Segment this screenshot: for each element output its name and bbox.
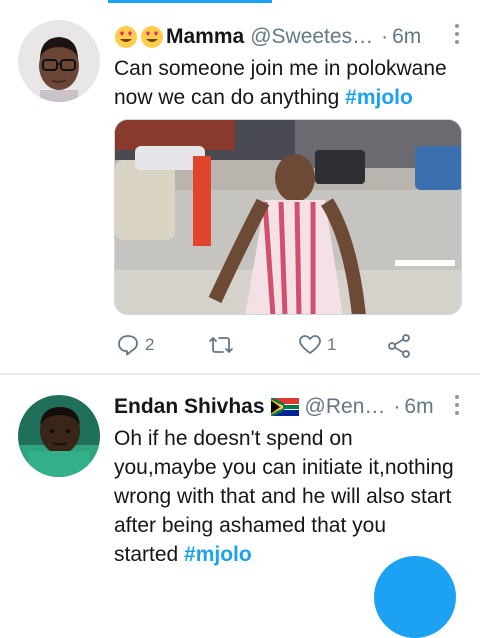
display-name[interactable]: Mamma xyxy=(166,25,244,49)
tweet-header: Mamma @Sweetes… · 6m xyxy=(114,22,466,52)
reply-icon xyxy=(118,335,138,356)
timestamp: 6m xyxy=(404,395,434,418)
like-count: 1 xyxy=(327,335,337,354)
more-options-icon[interactable] xyxy=(454,24,460,46)
smiling-face-with-heart-eyes-icon xyxy=(140,25,164,49)
like-button[interactable]: 1 xyxy=(298,333,336,357)
separator: · xyxy=(381,25,389,48)
tweet[interactable]: Mamma @Sweetes… · 6m Can someone join me… xyxy=(0,0,480,374)
tweet-text: Oh if he doesn't spend on you,maybe you … xyxy=(114,424,454,569)
avatar[interactable] xyxy=(18,20,100,102)
tweet-actions: 2 1 xyxy=(114,333,444,359)
timestamp: 6m xyxy=(392,25,422,48)
retweet-button[interactable] xyxy=(208,333,239,357)
user-handle[interactable]: @Sweetes… xyxy=(250,25,373,49)
tweet[interactable]: Endan Shivhas @Ren… · 6m Oh if he doesn'… xyxy=(0,375,480,581)
separator: · xyxy=(393,395,401,418)
reply-count: 2 xyxy=(145,335,155,354)
tweet-text: Can someone join me in polokwane now we … xyxy=(114,54,466,112)
compose-tweet-button[interactable] xyxy=(374,556,456,638)
user-handle[interactable]: @Ren… xyxy=(305,395,386,419)
heart-icon xyxy=(299,335,321,354)
retweet-icon xyxy=(209,337,233,353)
tweet-image[interactable] xyxy=(114,119,462,315)
more-options-icon[interactable] xyxy=(454,395,460,417)
share-button[interactable] xyxy=(386,333,412,359)
reply-button[interactable]: 2 xyxy=(116,333,154,357)
hashtag-link[interactable]: #mjolo xyxy=(345,86,413,109)
share-icon xyxy=(388,334,410,358)
avatar[interactable] xyxy=(18,395,100,477)
display-name[interactable]: Endan Shivhas xyxy=(114,395,265,419)
hashtag-link[interactable]: #mjolo xyxy=(184,543,252,566)
tweet-text-plain: Oh if he doesn't spend on you,maybe you … xyxy=(114,427,454,566)
south-africa-flag-icon xyxy=(269,396,299,418)
tweet-header: Endan Shivhas @Ren… · 6m xyxy=(114,392,466,422)
smiling-face-with-heart-eyes-icon xyxy=(114,25,138,49)
